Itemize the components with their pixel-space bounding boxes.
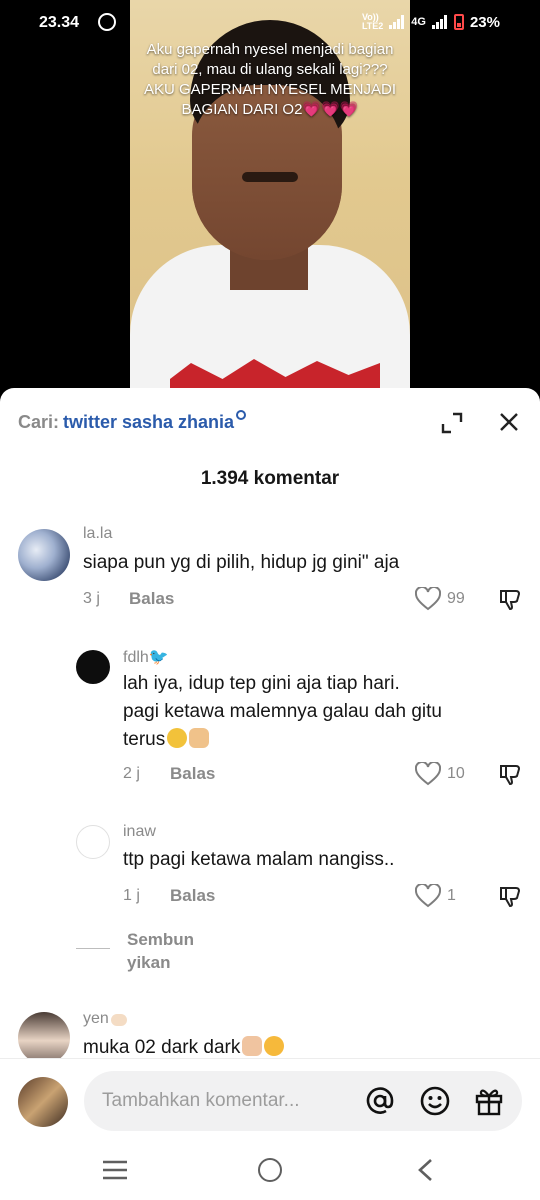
comment-time: 1 j bbox=[123, 887, 140, 904]
battery-level: 23% bbox=[469, 13, 500, 31]
like-button[interactable]: 10 bbox=[415, 762, 465, 786]
video-player[interactable]: Aku gapernah nyesel menjadi bagian dari … bbox=[0, 0, 540, 400]
like-count: 99 bbox=[447, 590, 465, 607]
heart-icon bbox=[415, 762, 441, 786]
comment-text-line: terus bbox=[123, 725, 210, 754]
dislike-icon[interactable] bbox=[498, 762, 522, 786]
comment-username[interactable]: la.la bbox=[83, 525, 112, 543]
avatar[interactable] bbox=[76, 650, 110, 684]
search-icon bbox=[236, 410, 247, 420]
dislike-icon[interactable] bbox=[498, 884, 522, 908]
hide-replies-line1: Sembun bbox=[127, 930, 195, 949]
avatar[interactable] bbox=[18, 529, 70, 581]
comment-input-placeholder: Tambahkan komentar... bbox=[102, 1090, 300, 1111]
heart-icon bbox=[415, 884, 441, 908]
signal-icon-2 bbox=[431, 15, 448, 29]
battery-icon bbox=[453, 14, 464, 30]
emoji-smiling-tear bbox=[167, 728, 188, 748]
comment-text-end: terus bbox=[123, 729, 166, 750]
dislike-icon[interactable] bbox=[498, 587, 522, 611]
comment-time: 2 j bbox=[123, 765, 140, 782]
search-query-link[interactable]: twitter sasha zhania bbox=[63, 412, 234, 432]
emoji-raised-hand bbox=[189, 728, 210, 748]
recents-icon[interactable] bbox=[102, 1160, 128, 1180]
video-caption: Aku gapernah nyesel menjadi bagian dari … bbox=[143, 41, 396, 118]
status-indicators: Vo)) LTE2 4G 23% bbox=[362, 13, 500, 31]
comment-username[interactable]: inaw bbox=[123, 823, 156, 841]
avatar[interactable] bbox=[76, 825, 110, 859]
replies-divider bbox=[76, 948, 110, 949]
comment-input[interactable]: Tambahkan komentar... bbox=[84, 1071, 522, 1131]
hide-replies-line2: yikan bbox=[127, 953, 171, 972]
emoji-cat-heart-eyes bbox=[264, 1036, 285, 1056]
mustache bbox=[242, 172, 298, 182]
hide-replies-button[interactable]: Sembun yikan bbox=[127, 928, 194, 974]
comment-input-bar: Tambahkan komentar... bbox=[0, 1058, 540, 1142]
reply-button[interactable]: Balas bbox=[170, 764, 215, 784]
comment-text: ttp pagi ketawa malam nangiss.. bbox=[123, 849, 395, 870]
emoji-hand bbox=[110, 1014, 127, 1026]
system-nav-bar bbox=[0, 1142, 540, 1200]
gift-icon[interactable] bbox=[474, 1086, 504, 1116]
search-label: Cari: bbox=[18, 412, 60, 432]
emoji-praying-hands bbox=[242, 1036, 263, 1056]
comment-time: 3 j bbox=[83, 590, 100, 607]
expand-icon[interactable] bbox=[441, 412, 463, 434]
tiktok-comments-screen: Aku gapernah nyesel menjadi bagian dari … bbox=[0, 0, 540, 1200]
like-count: 10 bbox=[447, 765, 465, 782]
status-time: 23.34 bbox=[39, 14, 80, 31]
like-button[interactable]: 1 bbox=[415, 884, 456, 908]
lte-label: LTE2 bbox=[361, 21, 384, 31]
search-suggestion[interactable]: Cari: twitter sasha zhania bbox=[18, 410, 247, 433]
username-text: yen bbox=[83, 1010, 109, 1027]
volte-indicator: Vo)) LTE2 bbox=[362, 13, 383, 31]
close-icon[interactable] bbox=[497, 410, 521, 434]
comment-username[interactable]: yen bbox=[83, 1010, 127, 1028]
whatsapp-icon bbox=[98, 13, 116, 31]
my-avatar[interactable] bbox=[18, 1077, 68, 1127]
heart-icon bbox=[415, 587, 441, 611]
signal-icon bbox=[389, 15, 405, 29]
comment-text-line: lah iya, idup tep gini aja tiap hari. bbox=[123, 673, 400, 694]
at-icon[interactable] bbox=[366, 1087, 394, 1115]
comment-count: 1.394 komentar bbox=[200, 468, 340, 489]
comment-text-body: muka 02 dark dark bbox=[83, 1037, 241, 1058]
status-bar: 23.34 Vo)) LTE2 4G 23% bbox=[0, 0, 540, 46]
reply-button[interactable]: Balas bbox=[129, 589, 174, 609]
home-icon[interactable] bbox=[258, 1158, 282, 1182]
avatar[interactable] bbox=[18, 1012, 70, 1064]
comment-text-line: pagi ketawa malemnya galau dah gitu bbox=[123, 701, 442, 722]
comment-username[interactable]: fdlh🐦 bbox=[123, 647, 169, 667]
net-type: 4G bbox=[411, 16, 426, 28]
comment-text: siapa pun yg di pilih, hidup jg gini" aj… bbox=[83, 552, 400, 573]
like-button[interactable]: 99 bbox=[415, 587, 465, 611]
back-icon[interactable] bbox=[416, 1158, 434, 1182]
like-count: 1 bbox=[447, 887, 456, 904]
reply-button[interactable]: Balas bbox=[170, 886, 215, 906]
emoji-icon[interactable] bbox=[420, 1086, 450, 1116]
